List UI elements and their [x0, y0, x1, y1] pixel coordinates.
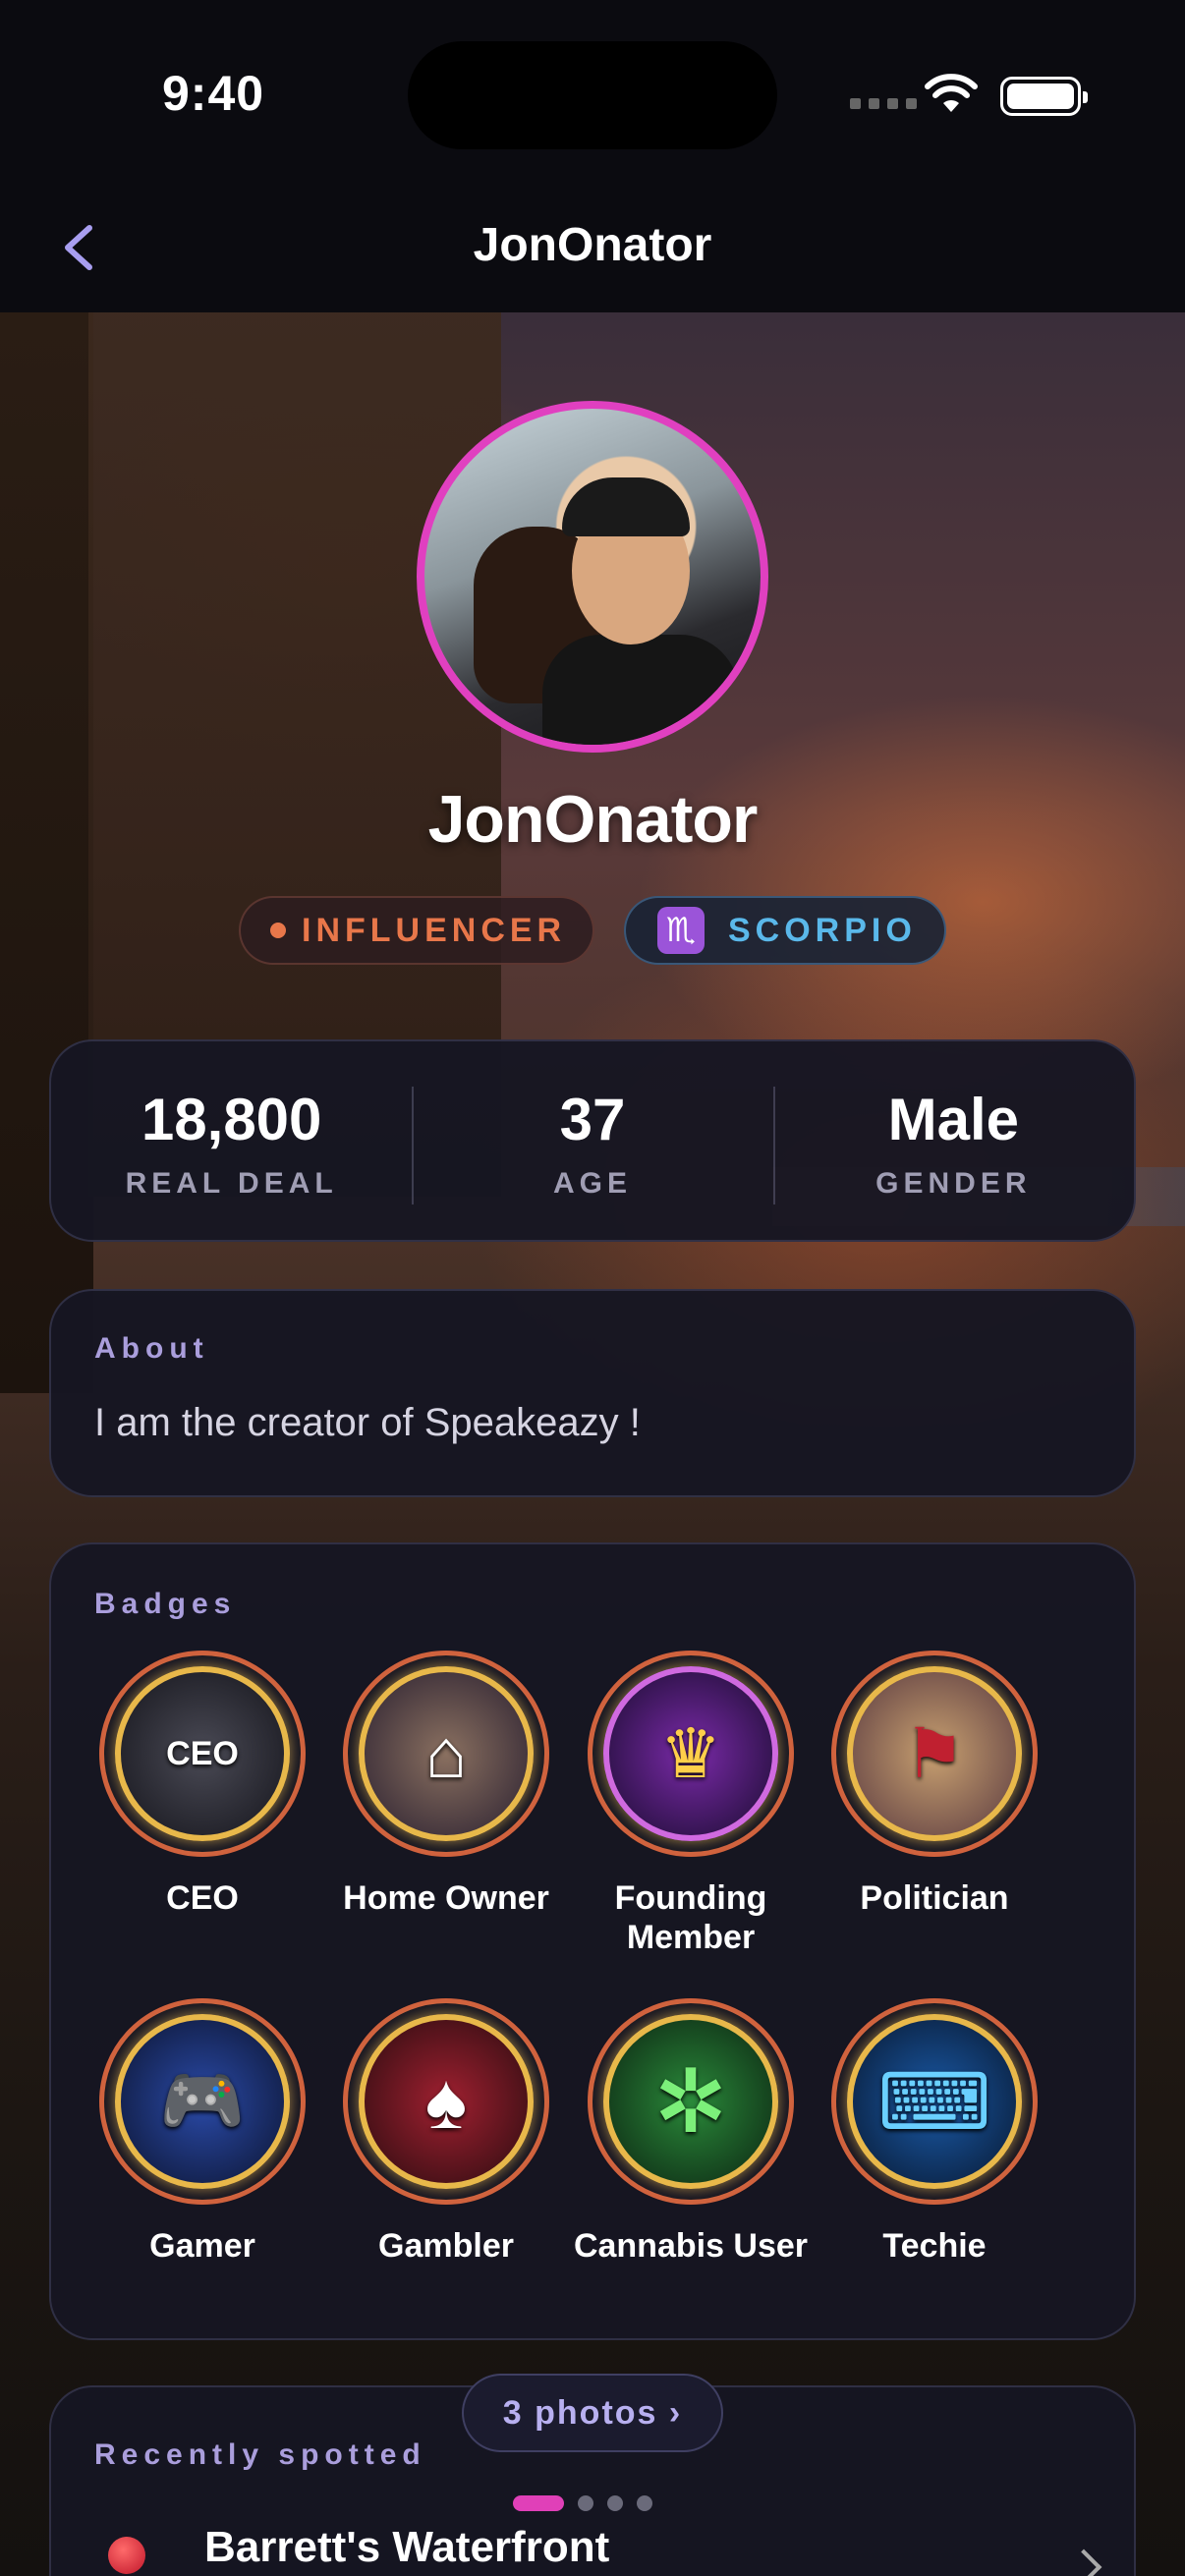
- badge-label: Gamer: [149, 2227, 255, 2265]
- stat-value: 18,800: [141, 1086, 322, 1152]
- stat-real-deal: 18,800 REAL DEAL: [51, 1041, 412, 1240]
- cellular-signal-icon: [850, 98, 917, 109]
- zodiac-tag-label: SCORPIO: [728, 911, 917, 949]
- politician-badge-icon: ⚑: [847, 1666, 1022, 1841]
- stat-age: 37 AGE: [412, 1041, 772, 1240]
- badges-title: Badges: [94, 1588, 237, 1620]
- page-dot-active: [513, 2495, 564, 2511]
- influencer-tag: INFLUENCER: [239, 896, 594, 965]
- badge-ceo[interactable]: CEO CEO: [85, 1651, 320, 1918]
- page-dot: [637, 2495, 652, 2511]
- wifi-icon: [925, 74, 978, 112]
- badge-label: Techie: [882, 2227, 987, 2265]
- profile-name: JonOnator: [427, 782, 759, 857]
- about-card: About I am the creator of Speakeazy !: [49, 1289, 1136, 1497]
- page-dot: [607, 2495, 623, 2511]
- about-text: I am the creator of Speakeazy !: [94, 1401, 641, 1444]
- status-bar: 9:40 JonOnator: [0, 0, 1185, 271]
- badges-card: Badges CEO CEO ⌂ Home Owner ♛ Founding M…: [49, 1542, 1136, 2340]
- badge-gamer[interactable]: 🎮 Gamer: [85, 1998, 320, 2266]
- badge-gambler[interactable]: ♠ Gambler: [328, 1998, 564, 2266]
- status-time: 9:40: [162, 66, 265, 121]
- spotted-place-name[interactable]: Barrett's Waterfront: [204, 2523, 609, 2572]
- status-dot-icon: [270, 923, 286, 938]
- gamer-badge-icon: 🎮: [115, 2014, 290, 2189]
- stats-card: 18,800 REAL DEAL 37 AGE Male GENDER: [49, 1039, 1136, 1242]
- influencer-tag-label: INFLUENCER: [302, 911, 567, 949]
- founding-member-badge-icon: ♛: [603, 1666, 778, 1841]
- badge-label: Gambler: [378, 2227, 514, 2265]
- badge-label: Home Owner: [343, 1879, 549, 1917]
- cannabis-badge-icon: ✲: [603, 2014, 778, 2189]
- stat-value: Male: [887, 1086, 1020, 1152]
- carousel-page-indicator[interactable]: [513, 2495, 652, 2511]
- badge-label: CEO: [166, 1879, 239, 1917]
- ceo-badge-icon: CEO: [115, 1666, 290, 1841]
- badge-politician[interactable]: ⚑ Politician: [817, 1651, 1052, 1918]
- about-title: About: [94, 1332, 209, 1365]
- badge-founding-member[interactable]: ♛ Founding Member: [573, 1651, 809, 1957]
- photos-button[interactable]: 3 photos ›: [462, 2374, 723, 2452]
- zodiac-tag: ♏ SCORPIO: [624, 896, 946, 965]
- recently-spotted-title: Recently spotted: [94, 2438, 426, 2471]
- gambler-badge-icon: ♠: [359, 2014, 534, 2189]
- badge-label: Politician: [860, 1879, 1009, 1917]
- profile-avatar[interactable]: [417, 401, 768, 753]
- stat-gender: Male GENDER: [772, 1041, 1134, 1240]
- badge-label: Cannabis User: [573, 2227, 809, 2265]
- techie-badge-icon: ⌨: [847, 2014, 1022, 2189]
- badge-cannabis-user[interactable]: ✲ Cannabis User: [573, 1998, 809, 2266]
- badge-home-owner[interactable]: ⌂ Home Owner: [328, 1651, 564, 1918]
- battery-icon: [1000, 77, 1088, 116]
- nav-title: JonOnator: [473, 219, 712, 271]
- badge-label: Founding Member: [614, 1879, 767, 1956]
- stat-label: REAL DEAL: [125, 1166, 338, 1200]
- dynamic-island: [408, 41, 777, 149]
- stat-value: 37: [559, 1086, 626, 1152]
- stat-label: AGE: [552, 1166, 632, 1200]
- stat-label: GENDER: [875, 1166, 1032, 1200]
- scorpio-icon: ♏: [657, 907, 705, 954]
- location-pin-icon: [108, 2537, 145, 2574]
- badge-techie[interactable]: ⌨ Techie: [817, 1998, 1052, 2266]
- home-owner-badge-icon: ⌂: [359, 1666, 534, 1841]
- page-dot: [578, 2495, 593, 2511]
